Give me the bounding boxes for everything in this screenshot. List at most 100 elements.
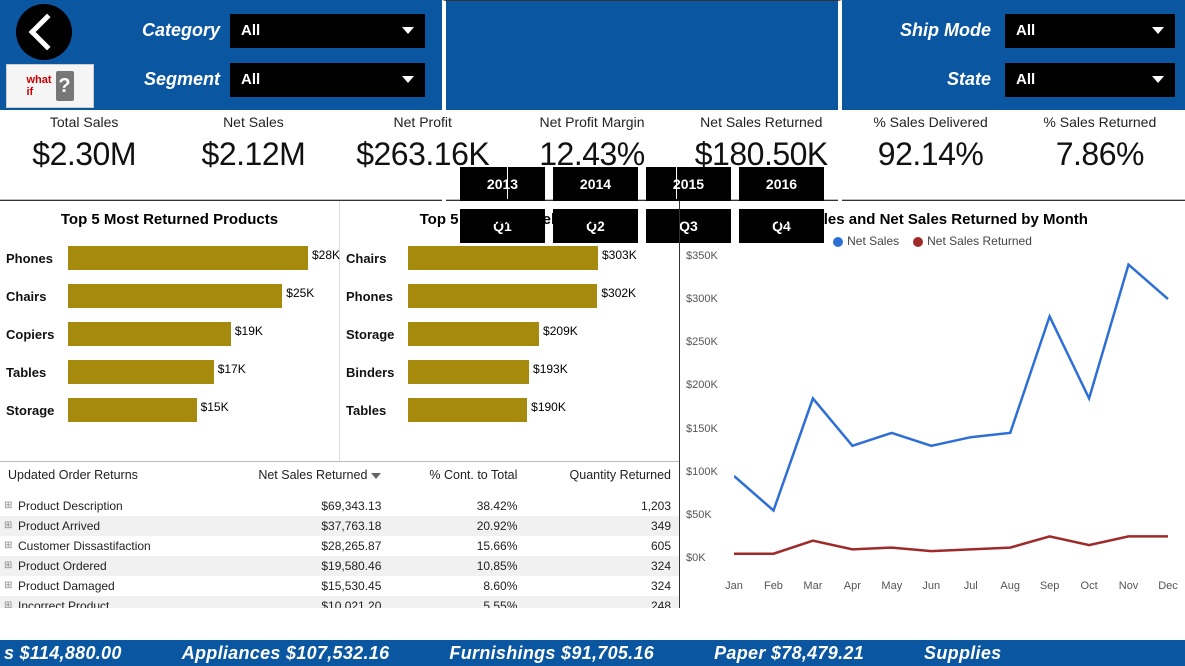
table-row[interactable]: Product Arrived$37,763.1820.92%349 [0, 516, 679, 536]
x-tick-label: Nov [1119, 580, 1139, 592]
kpi-label: Net Sales [175, 114, 331, 130]
bar-category: Binders [346, 365, 402, 380]
table-cell: 20.92% [389, 516, 525, 536]
bar-row: Chairs $25K [6, 284, 333, 308]
series-line [734, 536, 1168, 553]
y-tick-label: $50K [686, 509, 712, 521]
y-tick-label: $300K [686, 293, 718, 305]
kpi-label: % Sales Returned [1022, 114, 1178, 130]
whatif-text2: if [26, 86, 51, 98]
kpi-value: 7.86% [1022, 136, 1178, 173]
table-cell: $28,265.87 [208, 536, 390, 556]
x-tick-label: Apr [844, 580, 861, 592]
table-header[interactable]: Updated Order Returns [0, 462, 208, 496]
kpi-label: % Sales Delivered [852, 114, 1008, 130]
chevron-down-icon [402, 76, 414, 83]
chevron-down-icon [1152, 27, 1164, 34]
table-cell: Product Damaged [0, 576, 208, 596]
filter-label-category: Category [120, 20, 220, 41]
kpi-value: 92.14% [852, 136, 1008, 173]
bar-value: $302K [601, 286, 636, 300]
back-button[interactable] [16, 4, 72, 60]
bar-track: $25K [68, 284, 333, 308]
bar-row: Storage $15K [6, 398, 333, 422]
bar-track: $302K [408, 284, 673, 308]
chevron-down-icon [1152, 76, 1164, 83]
kpi-card: Net Sales $2.12M [169, 110, 338, 199]
shipmode-select[interactable]: All [1005, 14, 1175, 48]
question-icon: ? [56, 71, 74, 101]
table-cell: 15.66% [389, 536, 525, 556]
series-line [734, 265, 1168, 511]
bar-value: $193K [533, 362, 568, 376]
ticker-item: Supplies [924, 643, 1001, 664]
table-cell: $19,580.46 [208, 556, 390, 576]
table-cell: Customer Dissastifaction [0, 536, 208, 556]
bar-category: Phones [6, 251, 62, 266]
state-select-value: All [1016, 71, 1035, 88]
table-row[interactable]: Customer Dissastifaction$28,265.8715.66%… [0, 536, 679, 556]
linechart-legend: Net Sales Net Sales Returned [686, 234, 1179, 248]
bar-track: $209K [408, 322, 673, 346]
bar-fill [408, 360, 529, 384]
kpi-label: Net Profit Margin [514, 114, 670, 130]
table-row[interactable]: Product Damaged$15,530.458.60%324 [0, 576, 679, 596]
kpi-value: $180.50K [683, 136, 839, 173]
state-select[interactable]: All [1005, 63, 1175, 97]
bar-category: Storage [6, 403, 62, 418]
linechart: $0K$50K$100K$150K$200K$250K$300K$350KJan… [686, 252, 1176, 592]
table-header[interactable]: Quantity Returned [525, 462, 679, 496]
kpi-card: Net Profit $263.16K [339, 110, 508, 199]
bar-row: Phones $302K [346, 284, 673, 308]
right-column: Net Sales and Net Sales Returned by Mont… [680, 201, 1185, 608]
y-tick-label: $100K [686, 466, 718, 478]
shipmode-select-value: All [1016, 22, 1035, 39]
y-tick-label: $250K [686, 336, 718, 348]
segment-select[interactable]: All [230, 63, 425, 97]
table-cell: $15,530.45 [208, 576, 390, 596]
ticker-item: s $114,880.00 [4, 643, 122, 664]
bar-row: Tables $190K [346, 398, 673, 422]
x-tick-label: Jul [964, 580, 978, 592]
mid-section: Top 5 Most Returned Products Phones $28K… [0, 200, 1185, 608]
kpi-label: Net Profit [345, 114, 501, 130]
panel-title-returned: Top 5 Most Returned Products [6, 211, 333, 228]
bar-fill [68, 322, 231, 346]
bar-value: $190K [531, 400, 566, 414]
bar-fill [68, 246, 308, 270]
table-cell: 349 [525, 516, 679, 536]
filter-row-category: Category All [10, 14, 428, 48]
bar-track: $193K [408, 360, 673, 384]
dot-icon [833, 237, 843, 247]
bar-track: $15K [68, 398, 333, 422]
table-cell: 248 [525, 596, 679, 608]
ticker-item: Appliances $107,532.16 [182, 643, 390, 664]
table-header[interactable]: Net Sales Returned [208, 462, 390, 496]
x-tick-label: Dec [1158, 580, 1178, 592]
table-cell: Incorrect Product [0, 596, 208, 608]
whatif-button[interactable]: what if ? [6, 64, 94, 108]
returns-table: Updated Order ReturnsNet Sales Returned%… [0, 462, 679, 608]
bar-row: Copiers $19K [6, 322, 333, 346]
table-row[interactable]: Product Description$69,343.1338.42%1,203 [0, 496, 679, 516]
kpi-value: $2.12M [175, 136, 331, 173]
dot-icon [913, 237, 923, 247]
bar-value: $28K [312, 248, 340, 262]
chevron-down-icon [402, 27, 414, 34]
bar-category: Chairs [6, 289, 62, 304]
table-header[interactable]: % Cont. to Total [389, 462, 525, 496]
kpi-value: $263.16K [345, 136, 501, 173]
table-cell: Product Ordered [0, 556, 208, 576]
legend-item-returned: Net Sales Returned [913, 234, 1032, 248]
bar-category: Phones [346, 289, 402, 304]
table-row[interactable]: Product Ordered$19,580.4610.85%324 [0, 556, 679, 576]
kpi-label: Net Sales Returned [683, 114, 839, 130]
filter-row-state: State All [856, 63, 1175, 97]
bar-category: Storage [346, 327, 402, 342]
bar-fill [408, 322, 539, 346]
bar-value: $15K [201, 400, 229, 414]
bar-track: $190K [408, 398, 673, 422]
table-row[interactable]: Incorrect Product$10,021.205.55%248 [0, 596, 679, 608]
filter-panel-right: Ship Mode All State All [846, 0, 1185, 110]
category-select[interactable]: All [230, 14, 425, 48]
